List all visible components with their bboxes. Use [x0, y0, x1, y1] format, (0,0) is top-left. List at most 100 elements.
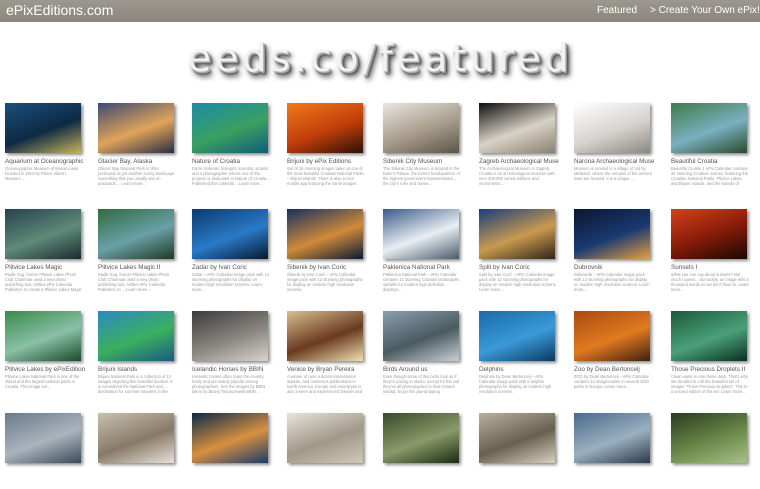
calendar-tile[interactable]: Brijuni Islands Brijuni National Park is …	[98, 311, 178, 395]
calendar-thumbnail[interactable]	[5, 103, 81, 153]
calendar-title[interactable]: Plitvice Lakes Magic II	[98, 264, 178, 272]
calendar-description: What can one say about sunsets? Not much…	[671, 272, 749, 293]
calendar-description: A winner of over a dozen international a…	[287, 374, 363, 395]
calendar-title[interactable]: Šibenik City Museum	[383, 158, 463, 166]
calendar-title[interactable]: Plitvice Lakes by ePixEditions	[5, 366, 85, 374]
calendar-description	[98, 468, 176, 489]
calendar-title[interactable]: Plitvice Lakes Magic	[5, 264, 85, 272]
calendar-tile[interactable]: Glacier Bay, Alaska Glacier Bay National …	[98, 103, 178, 187]
calendar-thumbnail[interactable]	[383, 209, 459, 259]
calendar-description: Dorisi Saferaki, biologist, scientist, a…	[192, 166, 270, 187]
calendar-thumbnail[interactable]	[98, 103, 174, 153]
calendar-thumbnail[interactable]	[479, 103, 555, 153]
calendar-description: Set of 18 stunning images taken at one o…	[287, 166, 364, 187]
calendar-tile[interactable]: Sunsets I What can one say about sunsets?…	[671, 209, 751, 293]
calendar-title[interactable]: Birds Around us	[383, 366, 463, 374]
calendar-title[interactable]: Zoo by Dean Bertoncelj	[574, 366, 654, 374]
calendar-title[interactable]: Venice by Bryan Pereira	[287, 366, 367, 374]
calendar-thumbnail[interactable]	[574, 413, 650, 463]
calendar-thumbnail[interactable]	[671, 103, 747, 153]
calendar-tile[interactable]: Narona Archaeological MuseumMuseum is lo…	[574, 103, 654, 187]
calendar-thumbnail[interactable]	[574, 103, 650, 153]
calendar-thumbnail[interactable]	[574, 209, 650, 259]
calendar-tile[interactable]: Plitvice Lakes by ePixEditions Plitvice L…	[5, 311, 85, 395]
calendar-thumbnail[interactable]	[383, 311, 459, 361]
calendar-thumbnail[interactable]	[671, 311, 747, 361]
calendar-tile[interactable]: Šibenik City Museum The Šibenik City Muse…	[383, 103, 463, 187]
calendar-tile[interactable]: Those Precious Droplets II Clean water is…	[671, 311, 751, 395]
calendar-title[interactable]: Sibenik by Ivan Coric	[287, 264, 367, 272]
calendar-thumbnail[interactable]	[192, 209, 268, 259]
calendar-tile[interactable]: Dubrovnik Dubrovnik – ePix Calendar image…	[574, 209, 654, 293]
calendar-thumbnail[interactable]	[287, 103, 363, 153]
calendar-thumbnail[interactable]	[192, 413, 268, 463]
calendar-title[interactable]: Icelandic Horses by BBIN	[192, 366, 272, 374]
calendar-tile[interactable]: Plitvice Lakes Magic Radle Sog, former Pl…	[5, 209, 85, 293]
calendar-tile[interactable]: Nature of Croatia Dorisi Saferaki, biolog…	[192, 103, 272, 187]
calendar-title[interactable]: Paklenica National Park	[383, 264, 463, 272]
calendar-thumbnail[interactable]	[98, 311, 174, 361]
calendar-tile[interactable]: Brijuni by ePix Editions Set of 18 stunni…	[287, 103, 367, 187]
calendar-title[interactable]: Brijuni by ePix Editions	[287, 158, 367, 166]
calendar-thumbnail[interactable]	[479, 413, 555, 463]
calendar-thumbnail[interactable]	[479, 209, 555, 259]
calendar-thumbnail[interactable]	[383, 103, 459, 153]
calendar-thumbnail[interactable]	[671, 209, 747, 259]
calendar-tile[interactable]: Birds Around us Even though some of this …	[383, 311, 463, 395]
calendar-tile[interactable]: Aquarium at Oceanographic Museum of Mona…	[5, 103, 85, 187]
calendar-title[interactable]: Those Precious Droplets II	[671, 366, 751, 374]
calendar-description: Paklenica National Park – ePix Calendar …	[383, 272, 460, 293]
calendar-thumbnail[interactable]	[192, 103, 268, 153]
calendar-thumbnail[interactable]	[98, 209, 174, 259]
calendar-description: The Šibenik City Museum is located in th…	[383, 166, 460, 187]
calendar-description	[383, 468, 461, 489]
calendar-thumbnail[interactable]	[98, 413, 174, 463]
calendar-tile[interactable]: Zagreb Archaeological Museum The Archaeol…	[479, 103, 559, 187]
calendar-tile[interactable]: Icelandic Horses by BBIN Icelandic horses…	[192, 311, 272, 395]
calendar-description: Clean water is rare these days. That's w…	[671, 374, 748, 395]
calendar-tile[interactable]: Paklenica National Park Paklenica Nationa…	[383, 209, 463, 293]
calendar-tile[interactable]: Venice by Bryan Pereira A winner of over …	[287, 311, 367, 395]
calendar-tile[interactable]	[98, 413, 178, 489]
calendar-tile[interactable]: Split by Ivan Coric Split by Ivan Corić –…	[479, 209, 559, 293]
calendar-thumbnail[interactable]	[574, 311, 650, 361]
calendar-thumbnail[interactable]	[5, 311, 81, 361]
calendar-tile[interactable]	[479, 413, 559, 489]
calendar-title[interactable]: Brijuni Islands	[98, 366, 178, 374]
calendar-tile[interactable]: Delphins Delphins by Dean Bertoncelj – eP…	[479, 311, 559, 395]
calendar-description: ZOO by Dean Bertoncelj – ePix Calendar c…	[574, 374, 650, 390]
calendar-title[interactable]: Zagreb Archaeological Museum	[479, 158, 559, 166]
calendar-description: Glacier Bay National Park is often portr…	[98, 166, 176, 187]
calendar-tile[interactable]	[383, 413, 463, 489]
calendar-tile[interactable]	[192, 413, 272, 489]
calendar-thumbnail[interactable]	[479, 311, 555, 361]
calendar-title[interactable]: Aquarium at Oceanographic Museum of Mona…	[5, 158, 85, 166]
calendar-title[interactable]: Sunsets I	[671, 264, 751, 272]
calendar-thumbnail[interactable]	[287, 413, 363, 463]
calendar-tile[interactable]	[287, 413, 367, 489]
calendar-description	[192, 468, 270, 489]
calendar-title[interactable]: Zadar by Ivan Coric	[192, 264, 272, 272]
calendar-thumbnail[interactable]	[5, 209, 81, 259]
calendar-thumbnail[interactable]	[192, 311, 268, 361]
calendar-tile[interactable]: Beautiful Croatia Beautiful Croatia 1 ePi…	[671, 103, 751, 187]
calendar-tile[interactable]: Plitvice Lakes Magic II Radle Sog, former…	[98, 209, 178, 293]
calendar-title[interactable]: Delphins	[479, 366, 559, 374]
calendar-thumbnail[interactable]	[383, 413, 459, 463]
calendar-thumbnail[interactable]	[287, 311, 363, 361]
calendar-tile[interactable]	[574, 413, 654, 489]
calendar-thumbnail[interactable]	[287, 209, 363, 259]
calendar-tile[interactable]	[671, 413, 751, 489]
calendar-tile[interactable]: Sibenik by Ivan Coric Šibenik by Ivan Cor…	[287, 209, 367, 293]
calendar-thumbnail[interactable]	[5, 413, 81, 463]
calendar-title[interactable]: Dubrovnik	[574, 264, 654, 272]
calendar-tile[interactable]: Zadar by Ivan Coric Zadar – ePix Calendar…	[192, 209, 272, 293]
calendar-thumbnail[interactable]	[671, 413, 747, 463]
calendar-title[interactable]: Glacier Bay, Alaska	[98, 158, 178, 166]
calendar-title[interactable]: Nature of Croatia	[192, 158, 272, 166]
calendar-tile[interactable]: Zoo by Dean Bertoncelj ZOO by Dean Berton…	[574, 311, 654, 395]
calendar-title[interactable]: Split by Ivan Coric	[479, 264, 559, 272]
calendar-title[interactable]: Beautiful Croatia	[671, 158, 751, 166]
calendar-title[interactable]: Narona Archaeological Museum	[574, 158, 654, 166]
calendar-tile[interactable]	[5, 413, 85, 489]
